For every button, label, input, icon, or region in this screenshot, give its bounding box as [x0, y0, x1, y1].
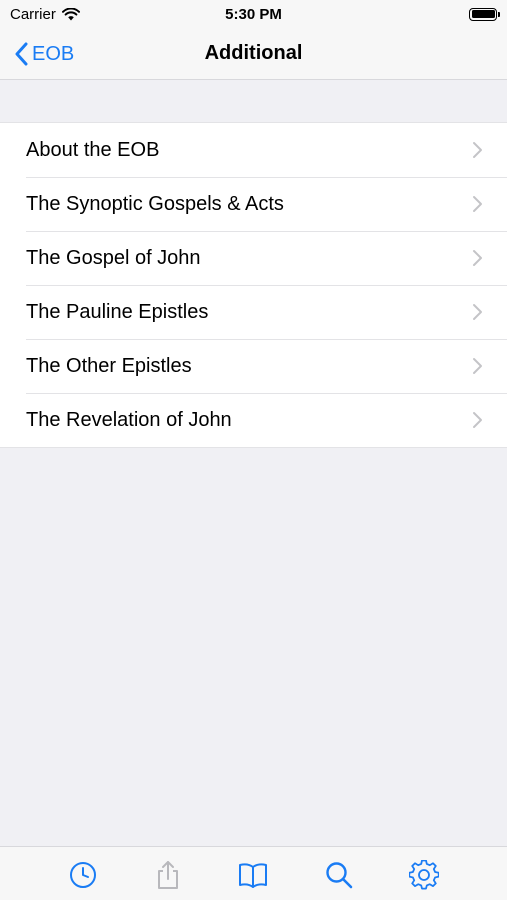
status-left: Carrier [10, 6, 80, 23]
book-icon [239, 863, 268, 888]
page-title: Additional [204, 42, 303, 64]
wifi-icon [61, 7, 80, 20]
list-item-label: The Revelation of John [26, 408, 232, 431]
search-icon [326, 862, 353, 889]
status-bar: Carrier 5:30 PM [0, 0, 507, 28]
tab-settings[interactable] [408, 859, 440, 891]
tab-bar [0, 846, 507, 900]
carrier-label: Carrier [10, 5, 56, 23]
tab-share[interactable] [152, 859, 184, 891]
clock-icon [69, 862, 96, 888]
screen: Carrier 5:30 PM EOB Additional About the… [0, 0, 507, 900]
share-icon [158, 861, 179, 889]
list-item-about-eob[interactable]: About the EOB [0, 123, 507, 177]
tab-library[interactable] [237, 859, 269, 891]
list-item-label: The Gospel of John [26, 246, 201, 269]
gear-icon [409, 860, 440, 890]
navigation-bar: EOB Additional [0, 28, 507, 80]
tab-search[interactable] [323, 859, 355, 891]
list-item-label: The Synoptic Gospels & Acts [26, 192, 284, 215]
list-item-other-epistles[interactable]: The Other Epistles [0, 339, 507, 393]
chevron-right-icon [473, 142, 482, 158]
battery-icon [469, 7, 500, 21]
list-item-gospel-of-john[interactable]: The Gospel of John [0, 231, 507, 285]
list-item-label: The Pauline Epistles [26, 300, 209, 323]
chevron-right-icon [473, 250, 482, 266]
chevron-right-icon [473, 196, 482, 212]
tab-history[interactable] [67, 859, 99, 891]
list-item-label: The Other Epistles [26, 354, 192, 377]
chevron-right-icon [473, 412, 482, 428]
chevron-right-icon [473, 358, 482, 374]
back-button-label: EOB [32, 42, 75, 65]
list-item-label: About the EOB [26, 138, 160, 161]
list-item-revelation-of-john[interactable]: The Revelation of John [0, 393, 507, 447]
list-item-pauline-epistles[interactable]: The Pauline Epistles [0, 285, 507, 339]
back-button[interactable]: EOB [14, 38, 74, 70]
chevron-right-icon [473, 304, 482, 320]
chevron-left-icon [15, 42, 28, 66]
section-list: About the EOB The Synoptic Gospels & Act… [0, 122, 507, 448]
list-item-synoptic-gospels[interactable]: The Synoptic Gospels & Acts [0, 177, 507, 231]
battery-fill [471, 10, 495, 18]
